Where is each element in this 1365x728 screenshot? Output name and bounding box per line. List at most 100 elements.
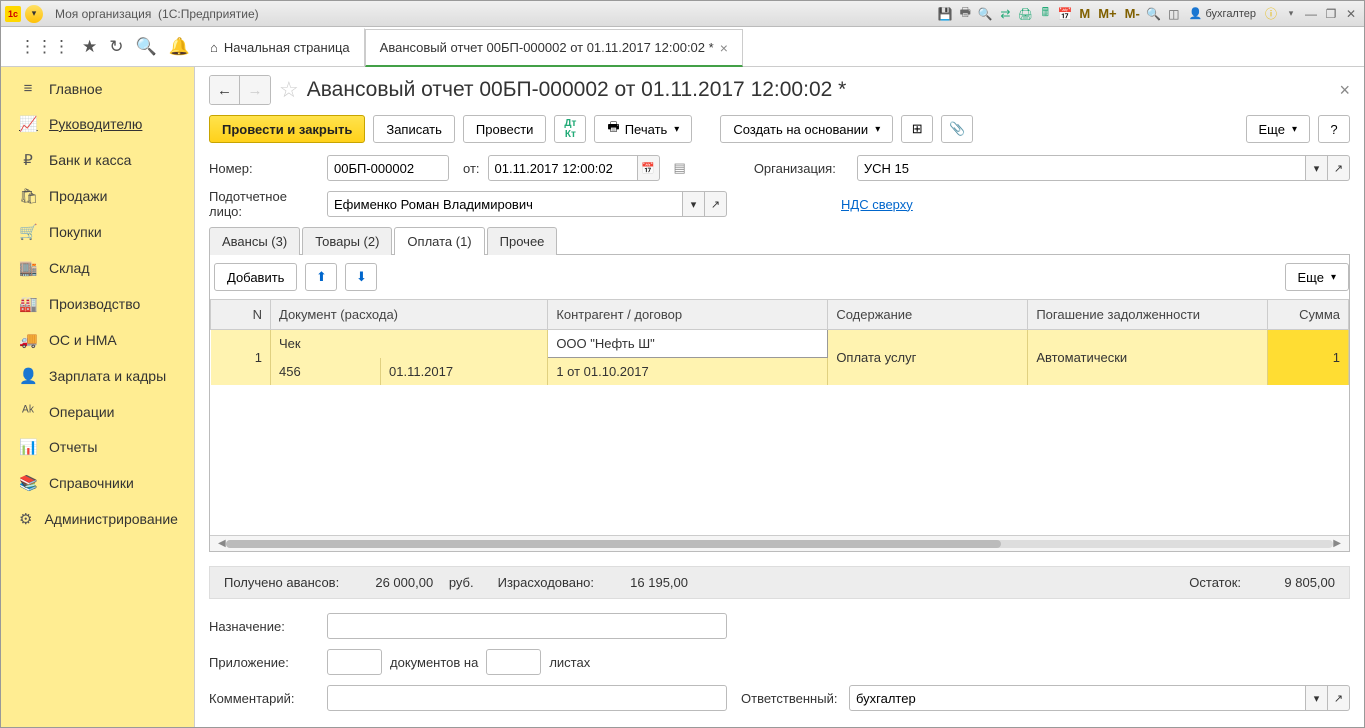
favorite-star-icon[interactable]: ☆ xyxy=(279,77,299,103)
structure-button[interactable]: ⊞ xyxy=(901,115,933,143)
panels-icon[interactable]: ◫ xyxy=(1165,5,1183,23)
col-sum[interactable]: Сумма xyxy=(1268,300,1349,330)
sidebar-item-bank[interactable]: ₽Банк и касса xyxy=(1,142,194,178)
info-icon[interactable]: ⓘ xyxy=(1262,5,1280,23)
sidebar-item-warehouse[interactable]: 🏬Склад xyxy=(1,250,194,286)
org-input[interactable] xyxy=(857,155,1306,181)
close-window-icon[interactable]: ✕ xyxy=(1342,5,1360,23)
compare-icon[interactable]: ⇄ xyxy=(996,5,1014,23)
favorites-icon[interactable]: ★ xyxy=(82,37,97,57)
subtab-goods[interactable]: Товары (2) xyxy=(302,227,392,255)
print2-icon[interactable]: 🖨 xyxy=(1016,5,1034,23)
subtab-payment[interactable]: Оплата (1) xyxy=(394,227,484,255)
horizontal-scrollbar[interactable]: ◀ ▶ xyxy=(210,535,1349,551)
m-plus-button[interactable]: M+ xyxy=(1095,6,1119,21)
number-input[interactable] xyxy=(327,155,449,181)
tab-document[interactable]: Авансовый отчет 00БП-000002 от 01.11.201… xyxy=(365,29,743,67)
notifications-icon[interactable]: 🔔 xyxy=(169,37,190,57)
col-doc[interactable]: Документ (расхода) xyxy=(271,300,548,330)
cell-content[interactable]: Оплата услуг xyxy=(828,330,1028,386)
org-open-button[interactable]: ↗ xyxy=(1328,155,1350,181)
subtab-advances[interactable]: Авансы (3) xyxy=(209,227,300,255)
preview-icon[interactable]: 🔍 xyxy=(976,5,994,23)
info-dropdown-icon[interactable]: ▾ xyxy=(1282,5,1300,23)
cell-repayment[interactable]: Автоматически xyxy=(1028,330,1268,386)
cell-contract[interactable]: 1 от 01.10.2017 xyxy=(548,358,828,386)
move-down-button[interactable]: ⬇ xyxy=(345,263,377,291)
dt-kt-button[interactable]: ДтКт xyxy=(554,115,586,143)
responsible-open-button[interactable]: ↗ xyxy=(1328,685,1350,711)
post-and-close-button[interactable]: Провести и закрыть xyxy=(209,115,365,143)
comment-input[interactable] xyxy=(327,685,727,711)
sidebar-item-assets[interactable]: 🚚ОС и НМА xyxy=(1,322,194,358)
sidebar-item-sales[interactable]: 🛍Продажи xyxy=(1,178,194,214)
purpose-input[interactable] xyxy=(327,613,727,639)
person-open-button[interactable]: ↗ xyxy=(705,191,727,217)
sidebar-item-production[interactable]: 🏭Производство xyxy=(1,286,194,322)
col-content[interactable]: Содержание xyxy=(828,300,1028,330)
search-icon[interactable]: 🔍 xyxy=(136,37,157,57)
calc-icon[interactable]: 🖩 xyxy=(1036,5,1054,23)
sidebar-item-refs[interactable]: 📚Справочники xyxy=(1,465,194,501)
scrollbar-thumb[interactable] xyxy=(226,540,1001,548)
nav-back-button[interactable]: ← xyxy=(210,76,240,104)
user-menu[interactable]: 👤 бухгалтер xyxy=(1185,7,1260,20)
org-dropdown-button[interactable]: ▾ xyxy=(1306,155,1328,181)
calendar-icon[interactable]: 📅 xyxy=(1056,5,1074,23)
col-counterparty[interactable]: Контрагент / договор xyxy=(548,300,828,330)
print-button[interactable]: 🖶Печать xyxy=(594,115,692,143)
date-input[interactable] xyxy=(488,155,638,181)
add-row-button[interactable]: Добавить xyxy=(214,263,297,291)
m-minus-button[interactable]: M- xyxy=(1122,6,1143,21)
move-up-button[interactable]: ⬆ xyxy=(305,263,337,291)
create-based-button[interactable]: Создать на основании xyxy=(720,115,893,143)
zoom-icon[interactable]: 🔍 xyxy=(1145,5,1163,23)
print-icon[interactable]: 🖶 xyxy=(956,5,974,23)
m-button[interactable]: M xyxy=(1076,6,1093,21)
table-more-button[interactable]: Еще xyxy=(1285,263,1349,291)
cell-doc-num[interactable]: 456 xyxy=(271,358,381,386)
tab-close-icon[interactable]: × xyxy=(720,40,728,56)
attach-sheets-input[interactable] xyxy=(486,649,541,675)
sidebar-item-label: Справочники xyxy=(49,475,134,491)
minimize-icon[interactable]: — xyxy=(1302,5,1320,23)
person-input[interactable] xyxy=(327,191,683,217)
sidebar-item-hr[interactable]: 👤Зарплата и кадры xyxy=(1,358,194,394)
save-icon[interactable]: 💾 xyxy=(936,5,954,23)
apps-icon[interactable]: ⋮⋮⋮ xyxy=(19,37,70,57)
table-row[interactable]: 1 Чек ООО "Нефть Ш" Оплата услуг Автомат… xyxy=(211,330,1349,358)
calendar-icon: 📅 xyxy=(641,162,655,175)
sidebar-item-purchases[interactable]: 🛒Покупки xyxy=(1,214,194,250)
post-button[interactable]: Провести xyxy=(463,115,547,143)
sidebar-item-reports[interactable]: 📊Отчеты xyxy=(1,429,194,465)
cell-counterparty[interactable]: ООО "Нефть Ш" xyxy=(548,330,828,358)
col-n[interactable]: N xyxy=(211,300,271,330)
sidebar-item-admin[interactable]: ⚙Администрирование xyxy=(1,501,194,537)
nav-forward-button[interactable]: → xyxy=(240,76,270,104)
date-picker-button[interactable]: 📅 xyxy=(638,155,660,181)
col-repayment[interactable]: Погашение задолженности xyxy=(1028,300,1268,330)
maximize-icon[interactable]: ❐ xyxy=(1322,5,1340,23)
history-icon[interactable]: ↻ xyxy=(109,37,123,57)
app-menu-dropdown[interactable]: ▾ xyxy=(25,5,43,23)
close-document-icon[interactable]: × xyxy=(1339,80,1350,101)
responsible-input[interactable] xyxy=(849,685,1306,711)
tab-home[interactable]: ⌂ Начальная страница xyxy=(195,28,365,66)
attach-button[interactable]: 📎 xyxy=(941,115,973,143)
scroll-left-icon[interactable]: ◀ xyxy=(218,538,226,549)
sidebar-item-main[interactable]: ≡Главное xyxy=(1,71,194,106)
help-button[interactable]: ? xyxy=(1318,115,1350,143)
cell-sum[interactable]: 1 xyxy=(1268,330,1349,386)
attach-docs-input[interactable] xyxy=(327,649,382,675)
person-dropdown-button[interactable]: ▾ xyxy=(683,191,705,217)
cell-doc-date[interactable]: 01.11.2017 xyxy=(381,358,548,386)
scroll-right-icon[interactable]: ▶ xyxy=(1333,538,1341,549)
sidebar-item-manager[interactable]: 📈Руководителю xyxy=(1,106,194,142)
nds-link[interactable]: НДС сверху xyxy=(841,197,913,212)
sidebar-item-operations[interactable]: ᴬᵏОперации xyxy=(1,394,194,429)
more-button[interactable]: Еще xyxy=(1246,115,1310,143)
responsible-dropdown-button[interactable]: ▾ xyxy=(1306,685,1328,711)
cell-doc-type[interactable]: Чек xyxy=(271,330,548,358)
subtab-other[interactable]: Прочее xyxy=(487,227,558,255)
write-button[interactable]: Записать xyxy=(373,115,455,143)
